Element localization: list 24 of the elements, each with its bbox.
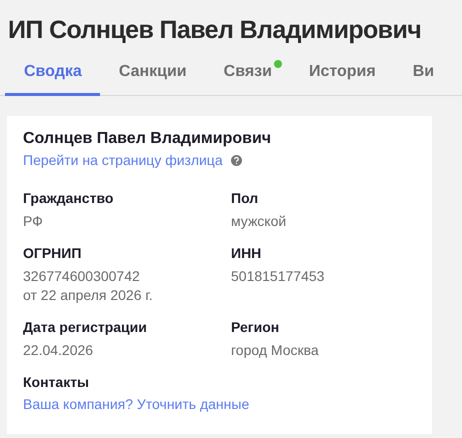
field-label: Регион	[231, 319, 280, 335]
clarify-data-link[interactable]: Ваша компания? Уточнить данные	[23, 396, 250, 412]
person-page-link[interactable]: Перейти на страницу физлица	[23, 152, 223, 168]
tab[interactable]: Санкции	[100, 57, 205, 96]
field-label: Контакты	[23, 374, 90, 390]
field-label: Гражданство	[23, 190, 114, 206]
tab[interactable]: История	[290, 57, 394, 96]
field-value: 501815177453	[231, 267, 326, 286]
person-name: Солнцев Павел Владимирович	[23, 130, 272, 148]
field-value: город Москва	[231, 341, 320, 360]
page-title: ИП Солнцев Павел Владимирович	[7, 15, 422, 45]
field-label: Дата регистрации	[23, 319, 148, 335]
tab[interactable]: Сводка	[5, 57, 100, 96]
field-label: ИНН	[231, 245, 262, 261]
field-value: РФ	[23, 212, 44, 231]
field-value: 22.04.2026	[23, 341, 94, 360]
field-value: от 22 апреля 2026 г.	[23, 286, 154, 305]
field-value: 326774600300742	[23, 267, 141, 286]
tab[interactable]: Связи	[204, 57, 290, 96]
help-icon[interactable]	[230, 154, 242, 166]
field-label: Пол	[231, 190, 260, 206]
tab[interactable]: Ви	[394, 57, 452, 96]
field-value: мужской	[231, 212, 288, 231]
field-label: ОГРНИП	[23, 245, 82, 261]
